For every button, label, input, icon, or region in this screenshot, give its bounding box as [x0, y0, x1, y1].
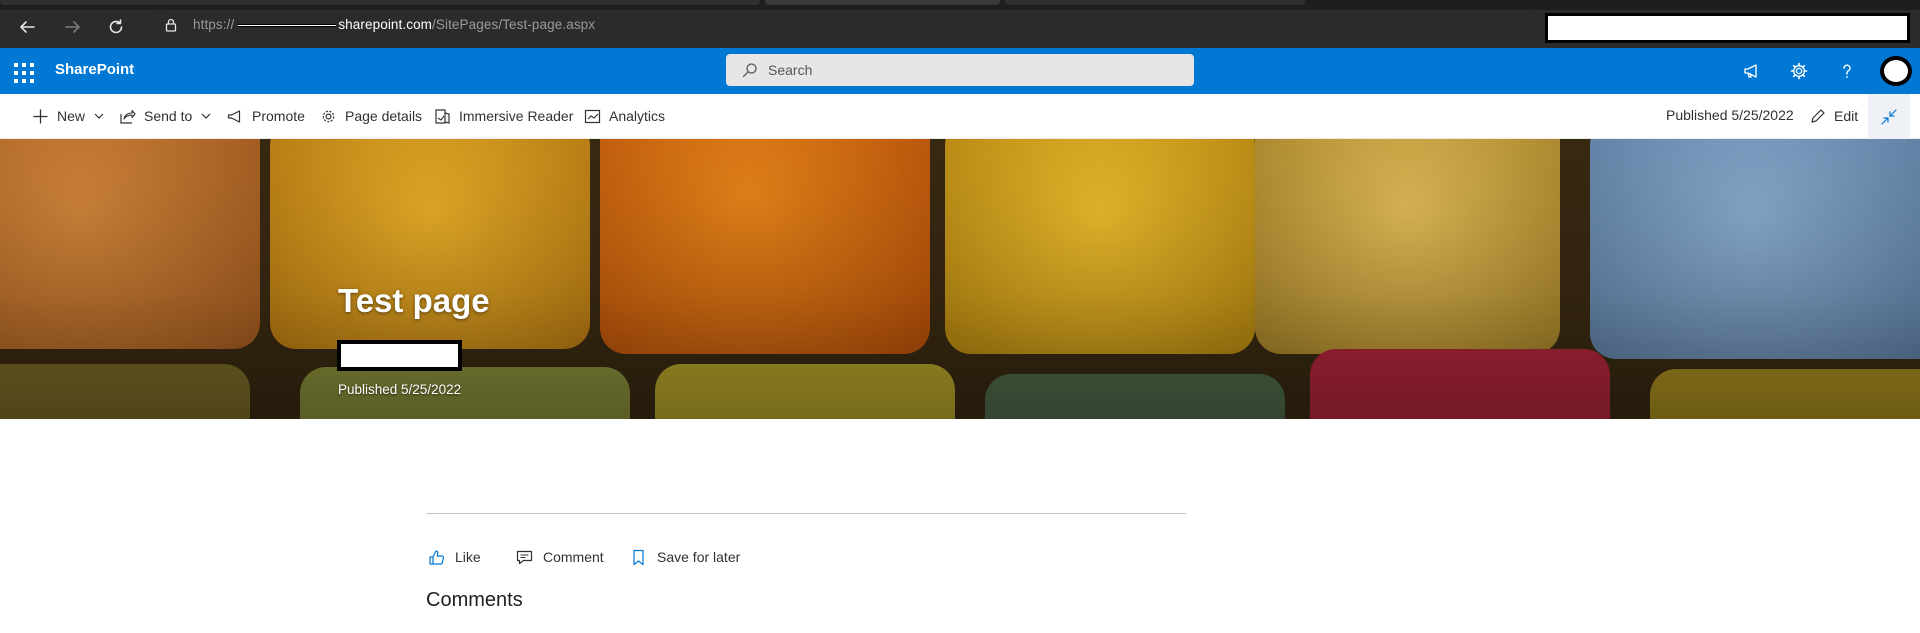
- page-details-label: Page details: [345, 108, 423, 124]
- help-button[interactable]: [1834, 58, 1860, 84]
- send-to-button[interactable]: Send to: [119, 94, 212, 138]
- browser-toolbar: https:// sharepoint.com/SitePages/Test-pa…: [0, 0, 1920, 48]
- forward-arrow-icon: [65, 21, 80, 33]
- avatar[interactable]: [1880, 56, 1912, 86]
- brand-name[interactable]: SharePoint: [55, 61, 134, 78]
- analytics-icon: [584, 109, 601, 123]
- published-date: Published 5/25/2022: [338, 382, 462, 397]
- hero-banner: Test page Published 5/25/2022: [0, 139, 1920, 419]
- back-arrow-icon: [20, 21, 35, 33]
- url-host: sharepoint.com: [338, 17, 433, 32]
- chevron-down-icon: [201, 113, 211, 119]
- published-status: Published 5/25/2022: [1666, 107, 1794, 123]
- url-prefix: https://: [193, 17, 235, 32]
- comment-button[interactable]: Comment: [516, 546, 604, 568]
- browser-tab[interactable]: [1005, 0, 1305, 5]
- megaphone-icon: [1744, 64, 1757, 78]
- feedback-button[interactable]: [1739, 58, 1765, 84]
- url-text[interactable]: https:// sharepoint.com/SitePages/Test-pa…: [193, 17, 595, 32]
- like-button[interactable]: Like: [428, 546, 481, 568]
- megaphone-icon: [227, 109, 241, 123]
- analytics-button[interactable]: Analytics: [584, 94, 665, 138]
- refresh-icon: [109, 19, 123, 34]
- promote-label: Promote: [252, 108, 305, 124]
- collapse-icon: [1881, 108, 1897, 125]
- gear-icon: [1790, 62, 1808, 80]
- address-bar[interactable]: https:// sharepoint.com/SitePages/Test-pa…: [148, 12, 1548, 40]
- send-to-label: Send to: [144, 108, 193, 124]
- app-launcher-icon[interactable]: [10, 57, 38, 85]
- back-button[interactable]: [14, 14, 40, 40]
- edit-label: Edit: [1834, 108, 1859, 124]
- immersive-reader-icon: [435, 108, 450, 124]
- comment-label: Comment: [543, 549, 604, 565]
- chevron-down-icon: [94, 113, 104, 119]
- redacted-subdomain: [238, 23, 337, 27]
- immersive-reader-button[interactable]: Immersive Reader: [434, 94, 573, 138]
- divider: [426, 513, 1186, 514]
- browser-tab[interactable]: [0, 0, 760, 5]
- share-icon: [120, 109, 136, 124]
- search-input[interactable]: [768, 60, 1168, 80]
- refresh-button[interactable]: [103, 14, 129, 40]
- promote-button[interactable]: Promote: [227, 94, 305, 138]
- immersive-reader-label: Immersive Reader: [459, 108, 574, 124]
- hero-overlay: [0, 139, 1920, 419]
- save-for-later-label: Save for later: [657, 549, 741, 565]
- gear-icon: [322, 110, 335, 122]
- search-icon: [742, 63, 757, 78]
- pencil-icon: [1811, 108, 1825, 123]
- like-label: Like: [455, 549, 481, 565]
- analytics-label: Analytics: [609, 108, 666, 124]
- plus-icon: [33, 108, 48, 124]
- redacted-author: [337, 340, 462, 371]
- comments-heading: Comments: [426, 589, 523, 611]
- help-icon: [1843, 64, 1851, 78]
- search-box[interactable]: [726, 54, 1194, 86]
- new-label: New: [57, 108, 86, 124]
- thumbs-up-icon: [429, 549, 445, 565]
- edit-button[interactable]: Edit: [1809, 94, 1858, 138]
- page-details-button[interactable]: Page details: [320, 94, 422, 138]
- suite-bar: SharePoint: [0, 48, 1920, 94]
- redacted-profile-area: [1545, 13, 1910, 43]
- collapse-button[interactable]: [1868, 94, 1910, 139]
- lock-icon[interactable]: [163, 17, 179, 33]
- command-bar: New Send to Promote Page details Immersi…: [0, 94, 1920, 139]
- forward-button[interactable]: [60, 14, 86, 40]
- comment-icon: [516, 550, 533, 564]
- save-for-later-button[interactable]: Save for later: [630, 546, 740, 568]
- new-button[interactable]: New: [32, 94, 105, 138]
- browser-tab-active[interactable]: [765, 0, 1000, 5]
- bookmark-icon: [633, 549, 644, 565]
- url-path: /SitePages/Test-page.aspx: [432, 17, 596, 32]
- page-title: Test page: [338, 282, 490, 319]
- settings-button[interactable]: [1786, 58, 1812, 84]
